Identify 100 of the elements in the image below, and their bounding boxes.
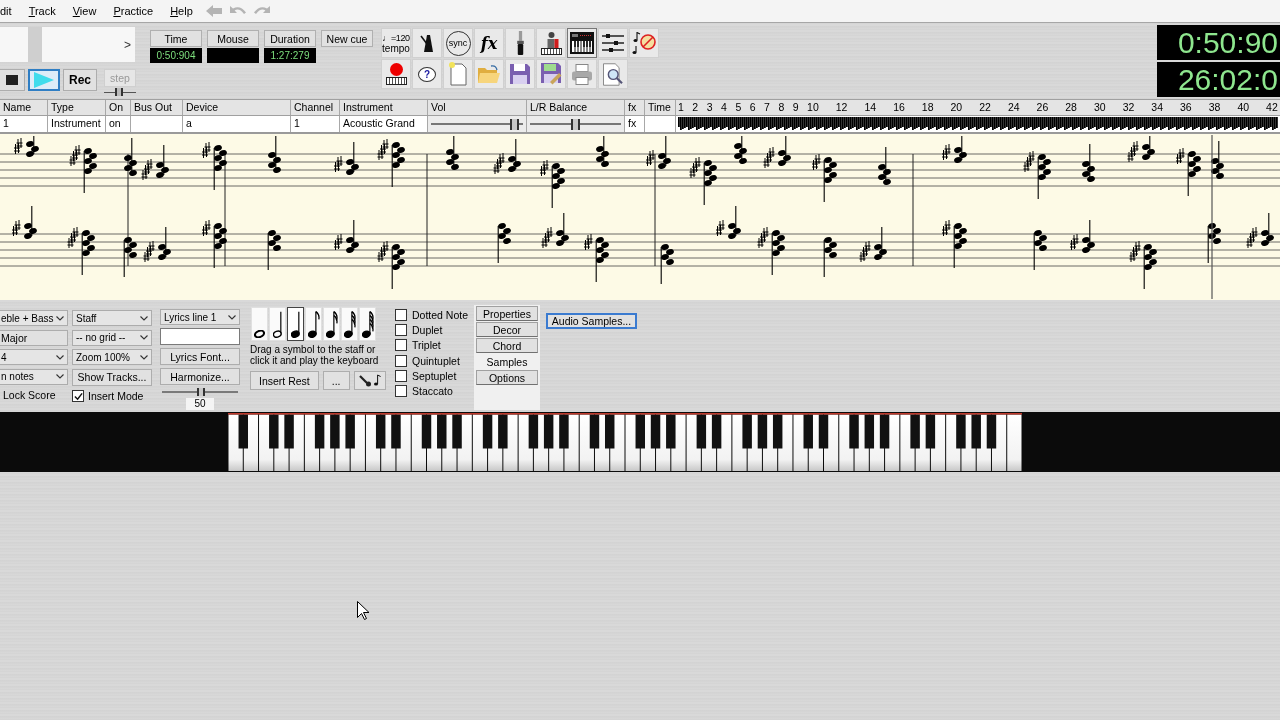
play-button[interactable] — [28, 69, 60, 91]
table-cell: on — [106, 116, 131, 132]
microphone-note-icon — [358, 374, 381, 387]
new-cue-button[interactable]: New cue — [321, 30, 373, 47]
stop-button[interactable] — [0, 69, 25, 91]
counter-button[interactable]: Mouse — [207, 30, 259, 47]
action-button[interactable]: Lyrics Font... — [160, 348, 240, 365]
checkbox-label[interactable]: Insert Mode — [88, 390, 144, 402]
piano-keyboard[interactable] — [228, 413, 1022, 471]
printer-icon — [572, 63, 592, 85]
option-dropdown[interactable]: Zoom 100% — [72, 349, 152, 365]
effects-button[interactable]: fx — [474, 28, 504, 58]
menu-item[interactable]: View — [72, 5, 97, 17]
side-tab[interactable]: Options — [476, 370, 538, 385]
record-button[interactable] — [381, 59, 411, 89]
option-label[interactable]: Lock Score — [0, 388, 68, 402]
clock-display: 0:50:90 — [1157, 25, 1280, 60]
measure-number: 28 — [1064, 100, 1078, 115]
checkbox[interactable] — [395, 339, 407, 352]
microphone-button[interactable] — [353, 371, 386, 390]
column-header: Instrument — [340, 100, 428, 115]
text-field[interactable] — [160, 328, 240, 345]
chevron-down-icon — [56, 354, 64, 360]
counter-button[interactable]: Time — [150, 30, 202, 47]
save-as-button[interactable] — [536, 59, 566, 89]
tempo-button[interactable]: ♩=120 tempo — [381, 28, 411, 58]
volume-slider-track[interactable] — [431, 118, 523, 130]
menu-item[interactable]: dit — [0, 5, 12, 17]
checkbox[interactable] — [395, 385, 407, 398]
help-button[interactable]: ? — [412, 59, 442, 89]
option-dropdown[interactable]: Staff — [72, 310, 152, 326]
slider-thumb[interactable] — [571, 118, 580, 130]
option-dropdown[interactable]: n notes — [0, 368, 68, 385]
metronome-icon — [420, 34, 434, 52]
slider-thumb[interactable] — [197, 388, 206, 396]
checkbox-label[interactable]: Dotted Note — [412, 308, 469, 321]
action-button[interactable]: Show Tracks... — [72, 368, 152, 386]
side-tab[interactable]: Decor — [476, 322, 538, 337]
option-dropdown[interactable]: Lyrics line 1 — [160, 309, 240, 325]
measure-number: 24 — [1006, 100, 1021, 115]
save-button[interactable] — [505, 59, 535, 89]
metronome-button[interactable] — [412, 28, 442, 58]
balance-slider-track[interactable] — [530, 118, 621, 130]
action-button[interactable]: Insert Rest — [250, 371, 319, 390]
measure-number: 7 — [764, 100, 771, 115]
position-bar[interactable]: > — [0, 27, 135, 62]
music-score[interactable] — [0, 134, 1280, 300]
checkbox-label[interactable]: Staccato — [412, 385, 453, 398]
option-dropdown[interactable]: eble + Bass — [0, 310, 68, 326]
checkbox[interactable] — [395, 354, 407, 367]
option-dropdown[interactable]: 4 — [0, 349, 68, 365]
thirty-second-note-icon — [343, 311, 356, 338]
side-tab[interactable]: Properties — [476, 306, 538, 321]
measure-number: 40 — [1236, 100, 1251, 115]
menu-item[interactable]: Track — [28, 5, 56, 17]
table-cell: 1 — [0, 116, 48, 132]
checkbox[interactable] — [395, 308, 407, 321]
measure-number: 1 — [678, 100, 685, 115]
checkbox-label[interactable]: Quintuplet — [412, 354, 460, 367]
table-cell[interactable]: fx — [625, 116, 645, 132]
mixer-button[interactable] — [598, 28, 628, 58]
record-keyboard-icon — [385, 63, 407, 85]
floppy-pencil-icon — [540, 63, 562, 85]
audio-samples-button[interactable]: Audio Samples... — [546, 313, 637, 329]
sync-button[interactable]: sync — [443, 28, 473, 58]
player-button[interactable] — [536, 28, 566, 58]
print-preview-button[interactable] — [598, 59, 628, 89]
action-button[interactable]: Major — [0, 329, 68, 346]
audio-plug-icon — [516, 31, 524, 55]
sixty-fourth-note-icon — [361, 311, 374, 338]
position-thumb[interactable] — [28, 27, 42, 62]
checkbox[interactable] — [395, 369, 407, 382]
option-dropdown[interactable]: -- no grid -- — [72, 329, 152, 346]
menu-item[interactable]: Help — [170, 5, 193, 17]
checkbox[interactable] — [72, 390, 84, 402]
counter-button[interactable]: Duration — [264, 30, 316, 47]
keyboard-button[interactable] — [567, 28, 597, 58]
mute-button[interactable] — [629, 28, 659, 58]
checkbox[interactable] — [395, 323, 407, 336]
chevron-down-icon — [140, 315, 148, 321]
checkbox-label[interactable]: Septuplet — [412, 369, 457, 382]
action-button[interactable]: Harmonize... — [160, 368, 240, 385]
record-button[interactable]: Rec — [63, 69, 97, 91]
slider-value: 50 — [186, 398, 214, 410]
sixteenth-note-icon — [325, 311, 338, 338]
side-tab[interactable]: Chord — [476, 338, 538, 353]
side-tab[interactable]: Samples — [476, 354, 538, 369]
audio-input-button[interactable] — [505, 28, 535, 58]
column-header: On — [106, 100, 131, 115]
action-button[interactable]: ... — [322, 371, 350, 390]
chevron-down-icon — [140, 354, 148, 360]
slider-thumb[interactable] — [509, 118, 519, 130]
column-header: Bus Out — [131, 100, 183, 115]
column-header: L/R Balance — [527, 100, 625, 115]
checkbox-label[interactable]: Triplet — [412, 339, 441, 352]
checkbox-label[interactable]: Duplet — [412, 323, 443, 336]
scroll-right-button[interactable]: > — [124, 37, 131, 52]
note-button[interactable] — [287, 307, 304, 341]
menu-item[interactable]: Practice — [113, 5, 154, 17]
table-cell: 1 — [291, 116, 340, 132]
